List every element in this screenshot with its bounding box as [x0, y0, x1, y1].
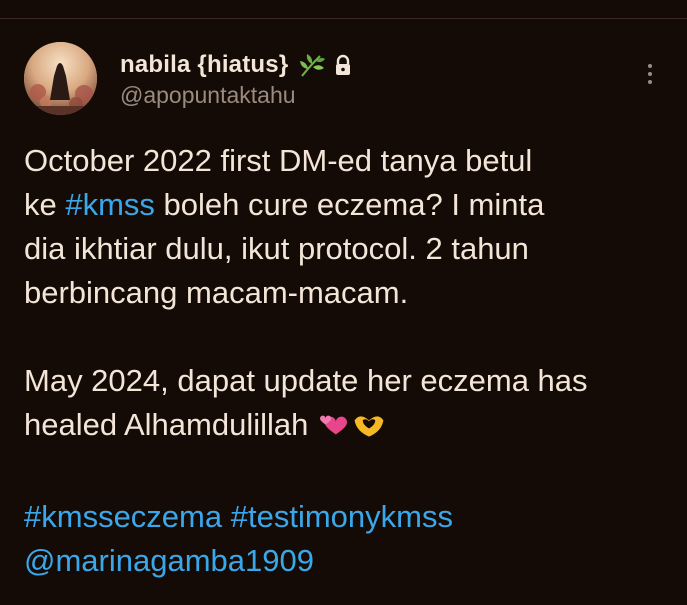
- text-line: dia ikhtiar dulu, ikut protocol. 2 tahun: [24, 231, 529, 266]
- more-options-icon[interactable]: [636, 60, 664, 88]
- hashtag-link[interactable]: #testimonykmss: [231, 499, 453, 534]
- text-line: @marinagamba1909: [24, 539, 664, 583]
- heart-hands-emoji: [351, 407, 387, 451]
- hashtag-link[interactable]: #kmss: [65, 187, 155, 222]
- text-line: berbincang macam-macam.: [24, 275, 409, 310]
- handle[interactable]: @apopuntaktahu: [120, 82, 620, 109]
- two-hearts-emoji: [317, 407, 351, 451]
- tweet-text: October 2022 first DM-ed tanya betul ke …: [24, 139, 664, 583]
- tweet-header: nabila {hiatus} @apopuntaktahu: [120, 48, 620, 109]
- lock-icon: [334, 54, 352, 76]
- display-name[interactable]: nabila {hiatus}: [120, 51, 288, 79]
- herb-icon: [296, 50, 326, 80]
- text-segment: healed Alhamdulillah: [24, 407, 309, 442]
- tweet[interactable]: nabila {hiatus} @apopuntaktahu October 2…: [0, 0, 687, 605]
- text-line: May 2024, dapat update her eczema has: [24, 363, 588, 398]
- hashtag-link[interactable]: #kmsseczema: [24, 499, 222, 534]
- text-line: ke #kmss boleh cure eczema? I minta: [24, 183, 664, 227]
- text-segment: boleh cure eczema? I minta: [154, 187, 545, 222]
- text-segment: ke: [24, 187, 66, 222]
- text-line: #kmsseczema #testimonykmss: [24, 495, 664, 539]
- avatar[interactable]: [24, 42, 97, 115]
- text-line: October 2022 first DM-ed tanya betul: [24, 143, 533, 178]
- mention-link[interactable]: @marinagamba1909: [24, 543, 314, 578]
- text-line: healed Alhamdulillah: [24, 403, 664, 451]
